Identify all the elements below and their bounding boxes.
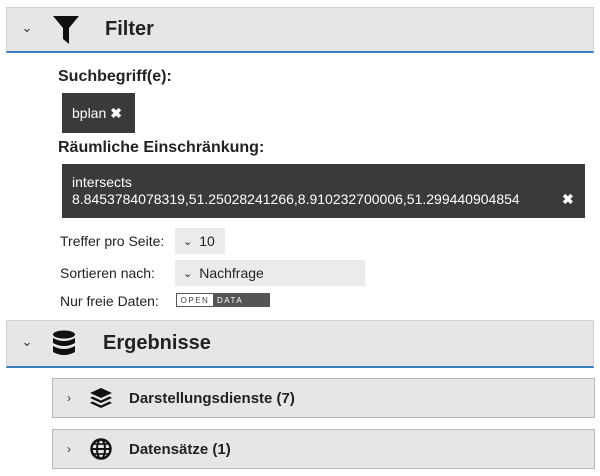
globe-icon [89,437,113,461]
funnel-icon [51,15,81,45]
datasets-panel[interactable]: › Datensätze (1) [52,429,595,469]
free-data-label: Nur freie Daten: [60,293,159,309]
datasets-title: Datensätze (1) [129,440,231,458]
database-icon [49,329,79,359]
spatial-bbox-text: 8.8453784078319,51.25028241266,8.9102327… [72,191,520,207]
search-term-chip: bplan ✖ [62,93,135,133]
sort-by-select[interactable]: ⌄ Nachfrage [175,260,365,286]
search-terms-label: Suchbegriff(e): [58,68,172,85]
chevron-down-icon: ⌄ [183,235,193,248]
open-data-open-text: OPEN [177,294,213,306]
sort-by-label: Sortieren nach: [60,265,155,281]
spatial-restriction-chip: intersects 8.8453784078319,51.2502824126… [62,164,585,218]
results-title: Ergebnisse [103,332,211,354]
chevron-right-icon: › [67,442,71,456]
hits-per-page-value: 10 [199,233,215,249]
hits-per-page-label: Treffer pro Seite: [60,233,165,249]
open-data-data-text: DATA [213,294,269,306]
search-term-text: bplan [72,105,107,121]
open-data-toggle[interactable]: OPEN DATA [176,293,270,307]
spatial-restriction-label: Räumliche Einschränkung: [58,139,265,156]
chevron-down-icon[interactable]: ⌄ [21,20,33,36]
map-services-title: Darstellungsdienste (7) [129,389,295,407]
filter-title: Filter [105,18,154,40]
sort-by-value: Nachfrage [199,265,264,281]
layers-icon [89,386,113,410]
remove-search-term-icon[interactable]: ✖ [110,105,122,122]
chevron-down-icon[interactable]: ⌄ [21,334,33,350]
chevron-down-icon: ⌄ [183,267,193,280]
map-services-panel[interactable]: › Darstellungsdienste (7) [52,378,595,418]
hits-per-page-select[interactable]: ⌄ 10 [175,228,225,254]
results-section-header[interactable]: ⌄ Ergebnisse [6,320,594,368]
spatial-operator-text: intersects [72,174,132,190]
remove-spatial-restriction-icon[interactable]: ✖ [562,191,574,208]
chevron-right-icon: › [67,391,71,405]
filter-section-header[interactable]: ⌄ Filter [6,7,594,53]
